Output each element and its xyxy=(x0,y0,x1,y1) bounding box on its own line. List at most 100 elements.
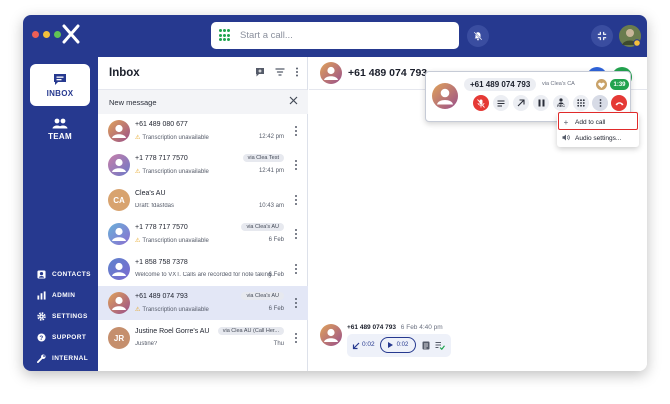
start-call-placeholder: Start a call... xyxy=(240,30,293,41)
inbox-row-initials: JR xyxy=(113,333,125,343)
sidebar-item-admin-label: ADMIN xyxy=(52,292,76,299)
sidebar-item-support[interactable]: ? SUPPORT xyxy=(37,333,86,342)
do-not-disturb-button[interactable] xyxy=(467,25,489,47)
sidebar-tab-team[interactable]: TEAM xyxy=(30,108,90,150)
inbox-row-time: 10:43 am xyxy=(258,203,284,209)
inbox-row[interactable]: +61 489 080 677 ⚠ Transcription unavailabl… xyxy=(98,114,308,148)
gear-icon xyxy=(37,312,46,321)
minimize-window-button[interactable] xyxy=(43,31,50,38)
inbox-more-icon[interactable] xyxy=(295,67,299,77)
inbox-row-time: 12:42 pm xyxy=(258,134,284,140)
sidebar-item-settings-label: SETTINGS xyxy=(52,313,88,320)
call-quality-badge xyxy=(596,79,607,90)
inbox-row-via-badge: via Clea Test xyxy=(242,154,284,162)
filter-icon[interactable] xyxy=(275,67,285,77)
sidebar-tab-inbox-label: INBOX xyxy=(46,88,74,98)
message-date: 6 Feb 4:40 pm xyxy=(400,324,443,331)
inbox-row-avatar: JR xyxy=(108,327,130,349)
sidebar-item-contacts[interactable]: CONTACTS xyxy=(37,270,91,279)
collapse-icon xyxy=(597,31,607,41)
play-recording-button[interactable]: 0:02 xyxy=(380,337,416,353)
inbox-row-preview: ⚠ Transcription unavailable xyxy=(135,237,209,244)
inbox-row-initials: CA xyxy=(113,195,125,205)
inbox-row-avatar xyxy=(108,258,130,280)
inbox-row-preview: Justine? xyxy=(135,341,157,347)
more-vertical-icon[interactable] xyxy=(295,229,298,240)
inbox-row-preview: ⚠ Transcription unavailable xyxy=(135,306,209,313)
sidebar-item-contacts-label: CONTACTS xyxy=(52,271,91,278)
hang-up-button[interactable] xyxy=(611,95,627,111)
vxt-logo-icon xyxy=(62,24,80,44)
sidebar-item-internal-label: INTERNAL xyxy=(52,355,89,362)
call-more-button[interactable] xyxy=(592,95,608,111)
menu-item-audio-settings-label: Audio settings... xyxy=(575,135,622,142)
speaker-icon xyxy=(557,134,575,143)
more-vertical-icon[interactable] xyxy=(295,160,298,171)
inbox-row[interactable]: +1 858 758 7378 Welcome to VXT. Calls are… xyxy=(98,252,308,286)
inbox-row[interactable]: JR Justine Roel Gorre's AU Justine? Thu via … xyxy=(98,321,308,355)
user-avatar[interactable] xyxy=(619,25,641,47)
inbox-row-name: +61 489 074 793 xyxy=(135,293,188,300)
play-icon xyxy=(387,342,393,348)
sidebar-item-settings[interactable]: SETTINGS xyxy=(37,312,88,321)
minimize-app-button[interactable] xyxy=(591,25,613,47)
mute-button[interactable] xyxy=(473,95,489,111)
more-vertical-icon xyxy=(599,99,601,107)
inbox-row-preview-text: Draft: fdasfdas xyxy=(135,203,175,209)
heart-icon xyxy=(598,82,605,88)
notes-button[interactable] xyxy=(493,95,509,111)
inbox-header: Inbox xyxy=(98,57,307,90)
menu-item-audio-settings[interactable]: Audio settings... xyxy=(557,131,639,146)
inbox-row-preview-text: Transcription unavailable xyxy=(142,307,209,313)
sidebar-item-internal[interactable]: INTERNAL xyxy=(37,354,88,363)
more-vertical-icon[interactable] xyxy=(295,126,298,137)
inbox-row-name: +1 778 717 7570 xyxy=(135,155,188,162)
inbox-row[interactable]: +61 489 074 793 ⚠ Transcription unavailabl… xyxy=(98,286,308,320)
add-to-call-highlight xyxy=(558,112,638,130)
sidebar-tab-inbox[interactable]: INBOX xyxy=(30,64,90,106)
new-message-label: New message xyxy=(109,97,157,107)
more-vertical-icon[interactable] xyxy=(295,195,298,206)
inbox-row-name: +61 489 080 677 xyxy=(135,121,188,128)
caller-avatar xyxy=(432,83,458,109)
hang-up-icon xyxy=(615,101,623,105)
warning-icon: ⚠ xyxy=(135,169,141,175)
inbox-row[interactable]: +1 778 717 7570 ⚠ Transcription unavailabl… xyxy=(98,217,308,251)
transfer-button[interactable] xyxy=(513,95,529,111)
close-icon[interactable] xyxy=(289,96,298,105)
inbox-row-name: Justine Roel Gorre's AU xyxy=(135,328,210,335)
person-icon xyxy=(112,124,126,138)
summary-check-icon[interactable] xyxy=(435,341,445,350)
contacts-icon xyxy=(37,270,46,279)
maximize-window-button[interactable] xyxy=(54,31,61,38)
inbox-row-name: +1 778 717 7570 xyxy=(135,224,188,231)
hold-button[interactable] xyxy=(533,95,549,111)
inbox-row-avatar xyxy=(108,154,130,176)
contact-avatar xyxy=(320,62,342,84)
new-message-bar[interactable]: New message xyxy=(98,90,308,114)
inbox-row-via-badge: via Clea's AU xyxy=(241,292,284,300)
more-vertical-icon[interactable] xyxy=(295,298,298,309)
inbox-icon xyxy=(54,73,66,85)
call-number: +61 489 074 793 xyxy=(464,78,537,91)
transcript-icon[interactable] xyxy=(422,341,430,350)
call-duration: 0:02 xyxy=(362,341,375,348)
dialpad-icon[interactable] xyxy=(219,29,230,42)
warning-icon: ⚠ xyxy=(135,307,141,313)
inbox-row[interactable]: +1 778 717 7570 ⚠ Transcription unavailabl… xyxy=(98,148,308,182)
more-vertical-icon[interactable] xyxy=(295,264,298,275)
message-avatar xyxy=(320,324,342,346)
inbox-row-time: Thu xyxy=(273,341,284,347)
more-vertical-icon[interactable] xyxy=(295,333,298,344)
team-icon xyxy=(52,118,68,128)
start-call-input[interactable]: Start a call... xyxy=(211,22,459,49)
inbox-row-time: 12:41 pm xyxy=(258,168,284,174)
app-window: Start a call... INBOX TEAM CONTACTS ADMI… xyxy=(23,15,647,371)
record-button[interactable]: REC xyxy=(553,95,569,111)
compose-message-icon[interactable] xyxy=(255,67,265,77)
window-controls xyxy=(32,31,61,38)
keypad-button[interactable] xyxy=(573,95,589,111)
sidebar-item-admin[interactable]: ADMIN xyxy=(37,291,75,300)
inbox-row[interactable]: CA Clea's AU Draft: fdasfdas 10:43 am xyxy=(98,183,308,217)
close-window-button[interactable] xyxy=(32,31,39,38)
